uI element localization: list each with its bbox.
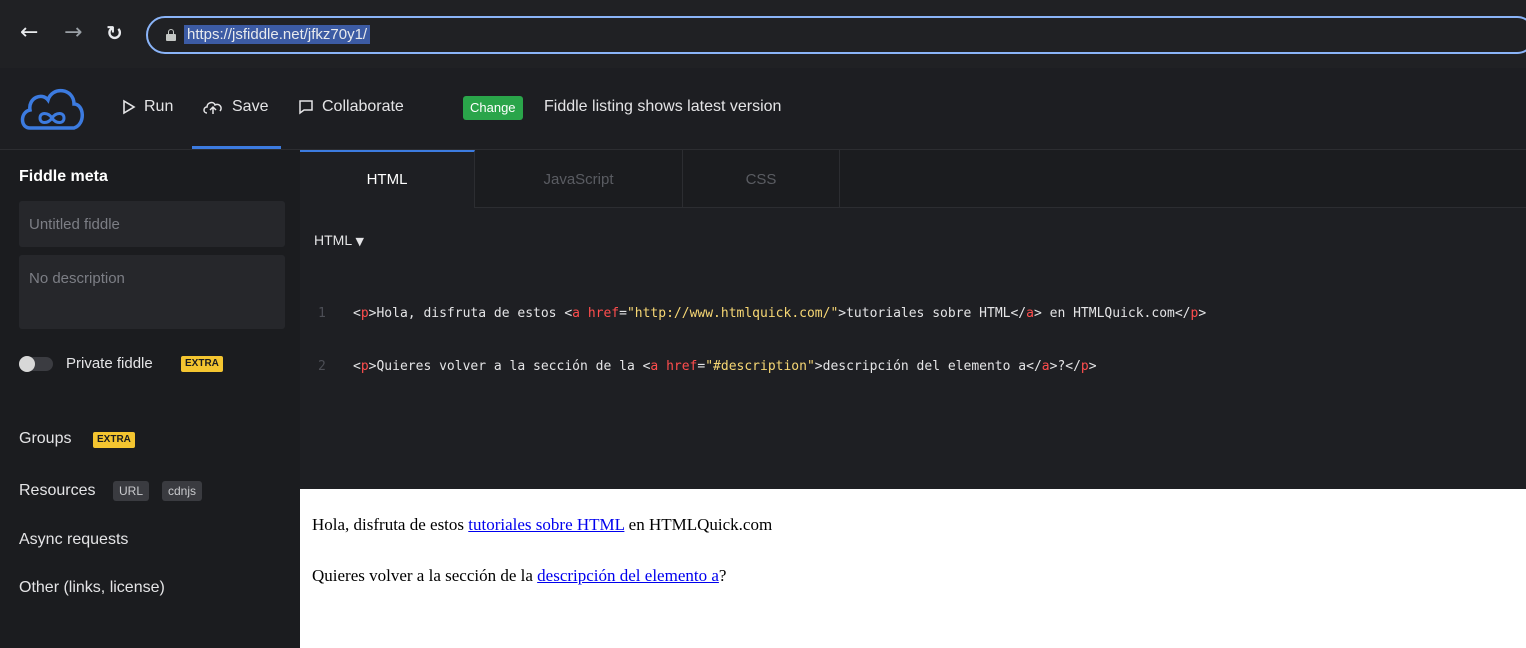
sidebar-item-other[interactable]: Other (links, license): [19, 579, 165, 597]
cdnjs-badge[interactable]: cdnjs: [162, 481, 203, 501]
save-label: Save: [232, 98, 269, 115]
run-label: Run: [144, 98, 174, 115]
result-paragraph-2: Quieres volver a la sección de la descri…: [312, 566, 727, 585]
browser-toolbar: ← → ↻ https://jsfiddle.net/jfkz70y1/: [0, 0, 1526, 68]
sidebar: Fiddle meta Untitled fiddle No descripti…: [0, 150, 298, 648]
extra-badge: EXTRA: [181, 356, 223, 372]
code-line: 1 <p>Hola, disfruta de estos <a href="htt…: [318, 302, 1206, 325]
address-bar[interactable]: https://jsfiddle.net/jfkz70y1/: [146, 16, 1526, 54]
tab-html[interactable]: HTML: [300, 150, 475, 208]
tab-css[interactable]: CSS: [683, 150, 840, 208]
lock-icon: [166, 29, 176, 41]
back-arrow-icon[interactable]: ←: [20, 22, 38, 44]
private-fiddle-toggle[interactable]: [19, 356, 53, 372]
change-button[interactable]: Change: [463, 96, 523, 120]
descripcion-link[interactable]: descripción del elemento a: [537, 566, 719, 585]
reload-icon[interactable]: ↻: [106, 22, 123, 44]
save-button[interactable]: Save: [202, 98, 268, 116]
sidebar-title: Fiddle meta: [19, 168, 108, 185]
result-panel: Hola, disfruta de estos tutoriales sobre…: [300, 489, 1526, 648]
url-badge[interactable]: URL: [113, 481, 150, 501]
private-fiddle-label: Private fiddle: [66, 355, 153, 372]
fiddle-description-input[interactable]: No description: [19, 255, 285, 329]
code-line-text: <p>Quieres volver a la sección de la <a …: [353, 359, 1097, 374]
url-text[interactable]: https://jsfiddle.net/jfkz70y1/: [184, 25, 371, 44]
code-editor[interactable]: 1 <p>Hola, disfruta de estos <a href="htt…: [318, 272, 1206, 408]
tutoriales-link[interactable]: tutoriales sobre HTML: [468, 515, 624, 534]
description-placeholder: No description: [29, 270, 125, 287]
line-number: 2: [318, 359, 326, 374]
result-paragraph-1: Hola, disfruta de estos tutoriales sobre…: [312, 515, 773, 534]
editor-tabs: HTML JavaScript CSS: [300, 150, 1526, 208]
fiddle-title-input[interactable]: Untitled fiddle: [19, 201, 285, 247]
forward-arrow-icon[interactable]: →: [64, 22, 82, 44]
html-editor-panel: HTML JavaScript CSS HTML ▼ 1 <p>Hola, dis…: [300, 150, 1526, 489]
code-line-text: <p>Hola, disfruta de estos <a href="http…: [353, 306, 1207, 321]
play-icon: [123, 99, 136, 115]
line-number: 1: [318, 306, 326, 321]
extra-badge: EXTRA: [93, 432, 135, 448]
cloud-upload-icon: [203, 101, 222, 114]
app-header: Run Save Collaborate Change Fiddle listi…: [0, 68, 1526, 150]
sidebar-item-async-requests[interactable]: Async requests: [19, 531, 128, 549]
jsfiddle-logo-icon[interactable]: [18, 82, 86, 139]
language-label: HTML: [314, 232, 352, 248]
run-button[interactable]: Run: [122, 98, 173, 116]
save-active-indicator: [192, 146, 281, 149]
code-line: 2 <p>Quieres volver a la sección de la <a…: [318, 355, 1206, 378]
title-placeholder: Untitled fiddle: [29, 216, 120, 233]
sidebar-item-groups[interactable]: Groups: [19, 430, 71, 448]
language-selector[interactable]: HTML ▼: [314, 232, 364, 248]
collaborate-label: Collaborate: [322, 98, 404, 115]
tab-javascript[interactable]: JavaScript: [475, 150, 683, 208]
collaborate-button[interactable]: Collaborate: [298, 98, 404, 116]
listing-notice: Fiddle listing shows latest version: [544, 98, 782, 115]
dropdown-triangle-icon: ▼: [355, 235, 364, 248]
chat-bubble-icon: [299, 100, 313, 115]
sidebar-item-resources[interactable]: Resources: [19, 482, 95, 500]
